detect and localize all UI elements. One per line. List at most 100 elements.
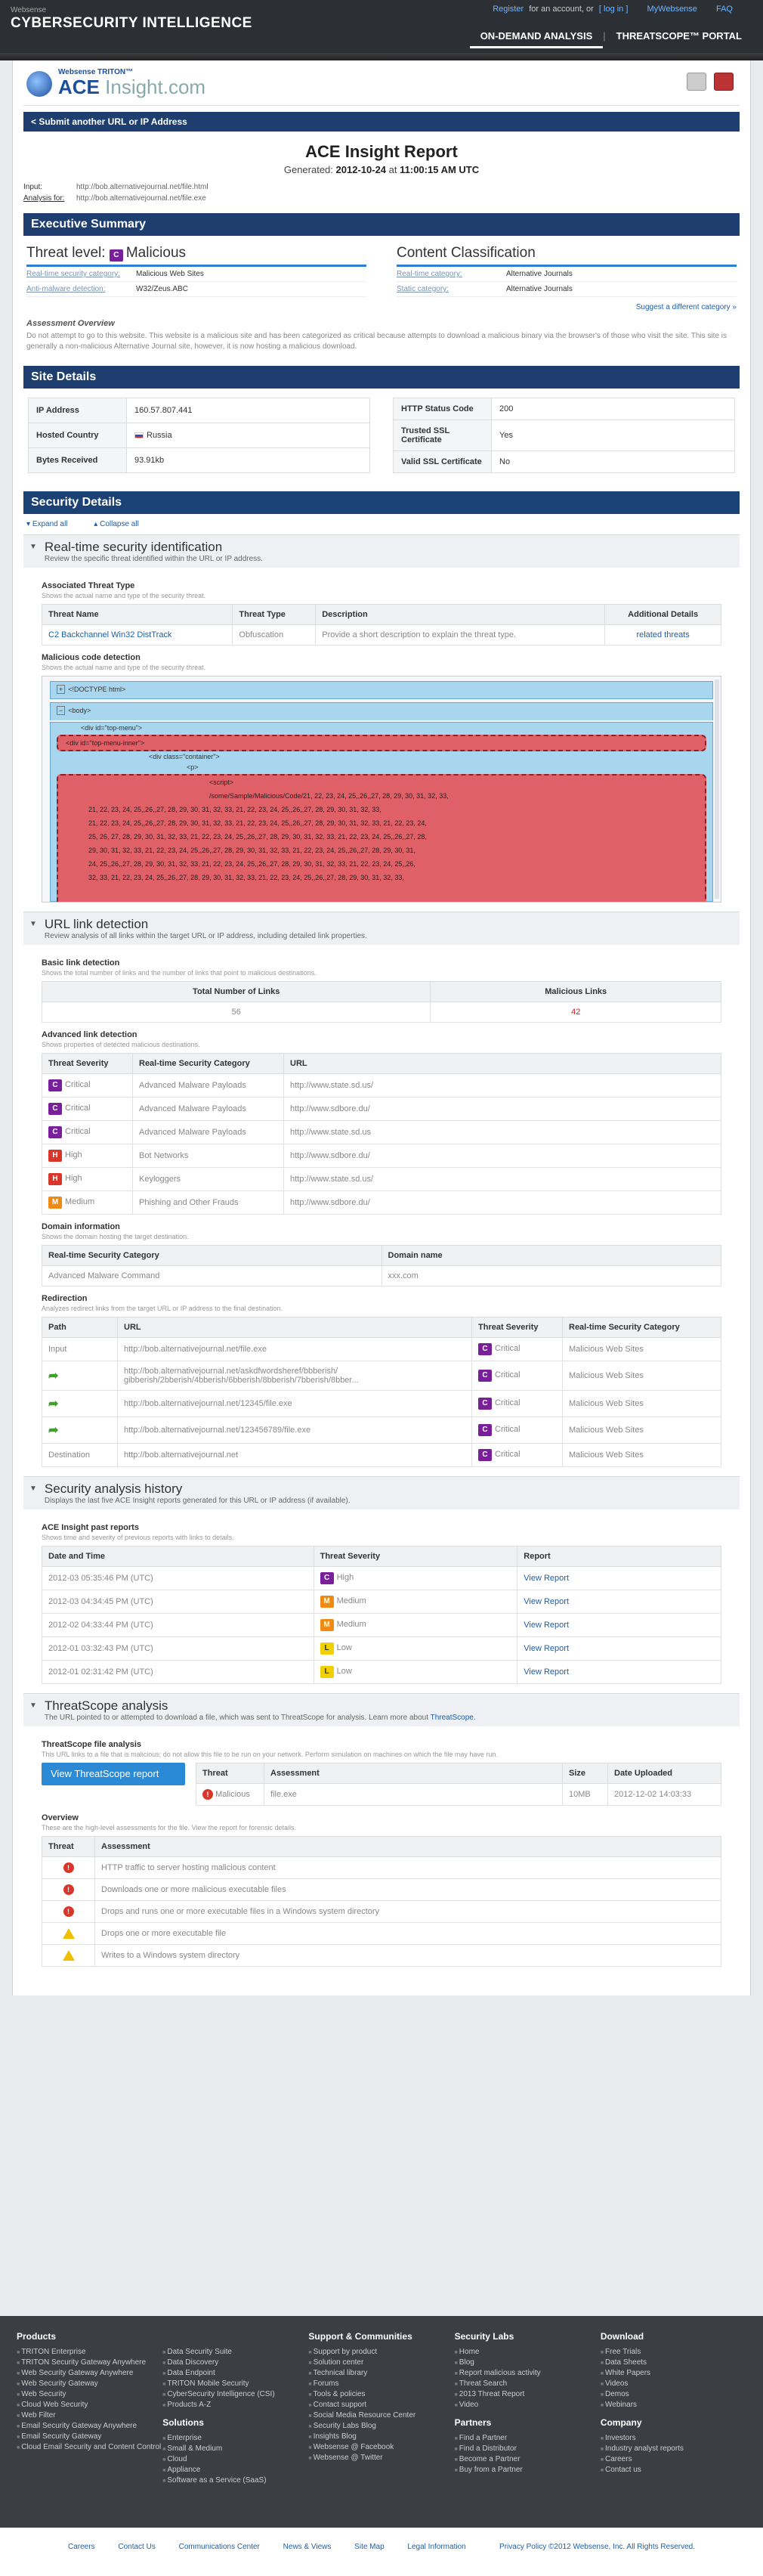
code-highlight-2[interactable]: <script> /some/Sample/Malicious/Code/21,…	[57, 774, 706, 902]
footer-products-2: Data Security Suite Data Discovery Data …	[162, 2331, 308, 2513]
site-details-left: IP Address 160.57.807.441 Hosted Country R…	[28, 398, 370, 473]
top-header: Websense CYBERSECURITY INTELLIGENCE Regi…	[0, 0, 763, 60]
low-badge-icon: L	[320, 1666, 334, 1678]
domain-info-table: Real-time Security Category Domain name A…	[42, 1245, 721, 1286]
expand-all-link[interactable]: ▾ Expand all	[26, 520, 80, 528]
threatscope-section-toggle[interactable]: ▼ ThreatScope analysis The URL pointed t…	[23, 1693, 740, 1726]
code-highlight-1[interactable]: <div id="top-menu-inner">	[57, 735, 706, 751]
table-row: ! Malicious file.exe 10MB 2012-12-02 14:03:…	[196, 1783, 721, 1806]
code-body-tag[interactable]: − <body>	[50, 702, 713, 720]
table-row: 2012-01 02:31:42 PM (UTC) L Low View Report	[42, 1660, 721, 1684]
table-row: Drops one or more executable file	[42, 1922, 721, 1945]
stop-icon: !	[63, 1884, 74, 1895]
nav-on-demand-analysis[interactable]: ON-DEMAND ANALYSIS	[469, 26, 604, 48]
table-row: Advanced Malware Command xxx.com	[42, 1265, 721, 1286]
suggest-category-link[interactable]: Suggest a different category »	[636, 303, 737, 311]
overview-desc: These are the high-level assessments for…	[42, 1824, 296, 1831]
site-details: IP Address 160.57.807.441 Hosted Country R…	[23, 389, 740, 482]
table-row: C Critical Advanced Malware Payloads http:/…	[42, 1120, 721, 1144]
stop-icon: !	[63, 1906, 74, 1917]
table-row: Writes to a Windows system directory	[42, 1944, 721, 1967]
mywebsense-link[interactable]: MyWebsense	[647, 5, 697, 14]
threatscope-block: ThreatScope file analysis This URL links…	[23, 1726, 740, 1973]
realtime-title: Real-time security identification	[44, 540, 223, 554]
view-threatscope-report-button[interactable]: View ThreatScope report	[42, 1763, 185, 1785]
critical-badge-icon: C	[478, 1449, 492, 1461]
contact-us-link[interactable]: Contact Us	[118, 2543, 155, 2551]
nav-threatscope-portal[interactable]: THREATSCOPE™ PORTAL	[606, 26, 752, 48]
table-row: Destination http://bob.alternativejournal…	[42, 1443, 721, 1467]
login-link[interactable]: [ log in ]	[599, 5, 629, 14]
faq-link[interactable]: FAQ	[716, 5, 733, 14]
critical-badge-icon: C	[478, 1343, 492, 1355]
header-stripe	[0, 53, 763, 60]
low-badge-icon: L	[320, 1643, 334, 1655]
table-row: C2 Backchannel Win32 DistTrack Obfuscati…	[41, 624, 721, 646]
code-doctype[interactable]: + <!DOCTYPE html>	[50, 681, 713, 699]
collapse-all-link[interactable]: ▴ Collapse all	[94, 520, 151, 528]
code-scrollbar[interactable]	[715, 680, 719, 899]
redirection-title: Redirection	[42, 1294, 88, 1303]
table-row: 56 42	[41, 1002, 721, 1023]
ts-file-title: ThreatScope file analysis	[42, 1740, 142, 1749]
critical-badge-icon: C	[48, 1079, 62, 1091]
anti-malware-detection: Anti-malware detection: W32/Zeus.ABC	[26, 282, 366, 297]
site-footer: Products TRITON Enterprise TRITON Securi…	[0, 2316, 763, 2528]
communications-center-link[interactable]: Communications Center	[179, 2543, 260, 2551]
register-link[interactable]: Register	[493, 5, 524, 14]
news-views-link[interactable]: News & Views	[283, 2543, 332, 2551]
threatscope-learn-link[interactable]: ThreatScope.	[431, 1714, 476, 1722]
assoc-threat-table: Threat Name Threat Type Description Additio…	[41, 604, 721, 646]
url-section-toggle[interactable]: ▼ URL link detection Review analysis of …	[23, 912, 740, 945]
high-badge-icon: H	[48, 1150, 62, 1162]
expand-collapse-row: ▾ Expand all ▴ Collapse all	[23, 514, 740, 531]
table-row: 2012-03 04:34:45 PM (UTC) M Medium View Rep…	[42, 1590, 721, 1614]
chevron-down-icon: ▼	[29, 1701, 37, 1710]
url-desc: Review analysis of all links within the …	[44, 932, 367, 940]
critical-badge-icon: C	[48, 1126, 62, 1138]
chevron-down-icon: ▼	[29, 1485, 37, 1493]
view-report-link[interactable]: View Report	[517, 1566, 721, 1590]
privacy-copyright[interactable]: Privacy Policy ©2012 Websense, Inc. All …	[499, 2543, 695, 2561]
legal-information-link[interactable]: Legal Information	[407, 2543, 465, 2551]
assessment-text: Do not attempt to go to this website. Th…	[26, 332, 727, 351]
pdf-icon[interactable]	[714, 73, 734, 91]
logo-row: Websense TRITON™ ACE Insight.com	[23, 60, 740, 106]
ace-logo[interactable]: Websense TRITON™ ACE Insight.com	[58, 68, 205, 98]
security-details-header: Security Details	[23, 491, 740, 514]
realtime-section-toggle[interactable]: ▼ Real-time security identification Revi…	[23, 534, 740, 568]
warning-icon	[62, 1950, 75, 1961]
table-row: M Medium Phishing and Other Frauds http://w…	[42, 1190, 721, 1215]
domain-info-desc: Shows the domain hosting the target dest…	[42, 1233, 189, 1240]
threatscope-desc: The URL pointed to or attempted to downl…	[44, 1714, 476, 1722]
history-section-toggle[interactable]: ▼ Security analysis history Displays the…	[23, 1476, 740, 1509]
rt-category: Real-time category: Alternative Journals	[397, 267, 737, 282]
input-row: Input: http://bob.alternativejournal.net/…	[23, 183, 209, 191]
code-viewer[interactable]: + <!DOCTYPE html> − <body> <div id="top-me…	[42, 676, 721, 903]
related-threats-link[interactable]: related threats	[604, 624, 721, 646]
site-details-right: HTTP Status Code 200 Trusted SSL Certific…	[393, 398, 735, 473]
submit-another-link[interactable]: < Submit another URL or IP Address	[23, 112, 740, 132]
view-report-link[interactable]: View Report	[517, 1636, 721, 1661]
ace-logo-icon	[26, 71, 52, 97]
assessment-overview: Assessment Overview Do not attempt to go…	[23, 314, 740, 357]
view-report-link[interactable]: View Report	[517, 1613, 721, 1637]
printer-icon[interactable]	[687, 73, 706, 91]
domain-info-title: Domain information	[42, 1222, 120, 1231]
view-report-link[interactable]: View Report	[517, 1660, 721, 1684]
past-reports-desc: Shows time and severity of previous repo…	[42, 1534, 234, 1541]
brand-title: CYBERSECURITY INTELLIGENCE	[11, 15, 252, 31]
high-badge-icon: H	[48, 1173, 62, 1185]
static-category: Static category: Alternative Journals	[397, 282, 737, 297]
view-report-link[interactable]: View Report	[517, 1590, 721, 1614]
ts-file-table: Threat Assessment Size Date Uploaded ! Mali…	[196, 1763, 721, 1806]
site-map-link[interactable]: Site Map	[354, 2543, 384, 2551]
careers-link[interactable]: Careers	[68, 2543, 95, 2551]
critical-badge-icon: C	[48, 1103, 62, 1115]
report-generated: Generated: 2012-10-24 at 11:00:15 AM UTC	[283, 164, 480, 175]
ts-file-row: View ThreatScope report Threat Assessment…	[42, 1763, 721, 1806]
realtime-block: Associated Threat Type Shows the actual …	[23, 568, 740, 909]
table-row: C Critical Advanced Malware Payloads http:/…	[42, 1073, 721, 1098]
table-row: ! HTTP traffic to server hosting maliciou…	[42, 1856, 721, 1879]
redirect-arrow-icon: ➦	[48, 1370, 59, 1382]
